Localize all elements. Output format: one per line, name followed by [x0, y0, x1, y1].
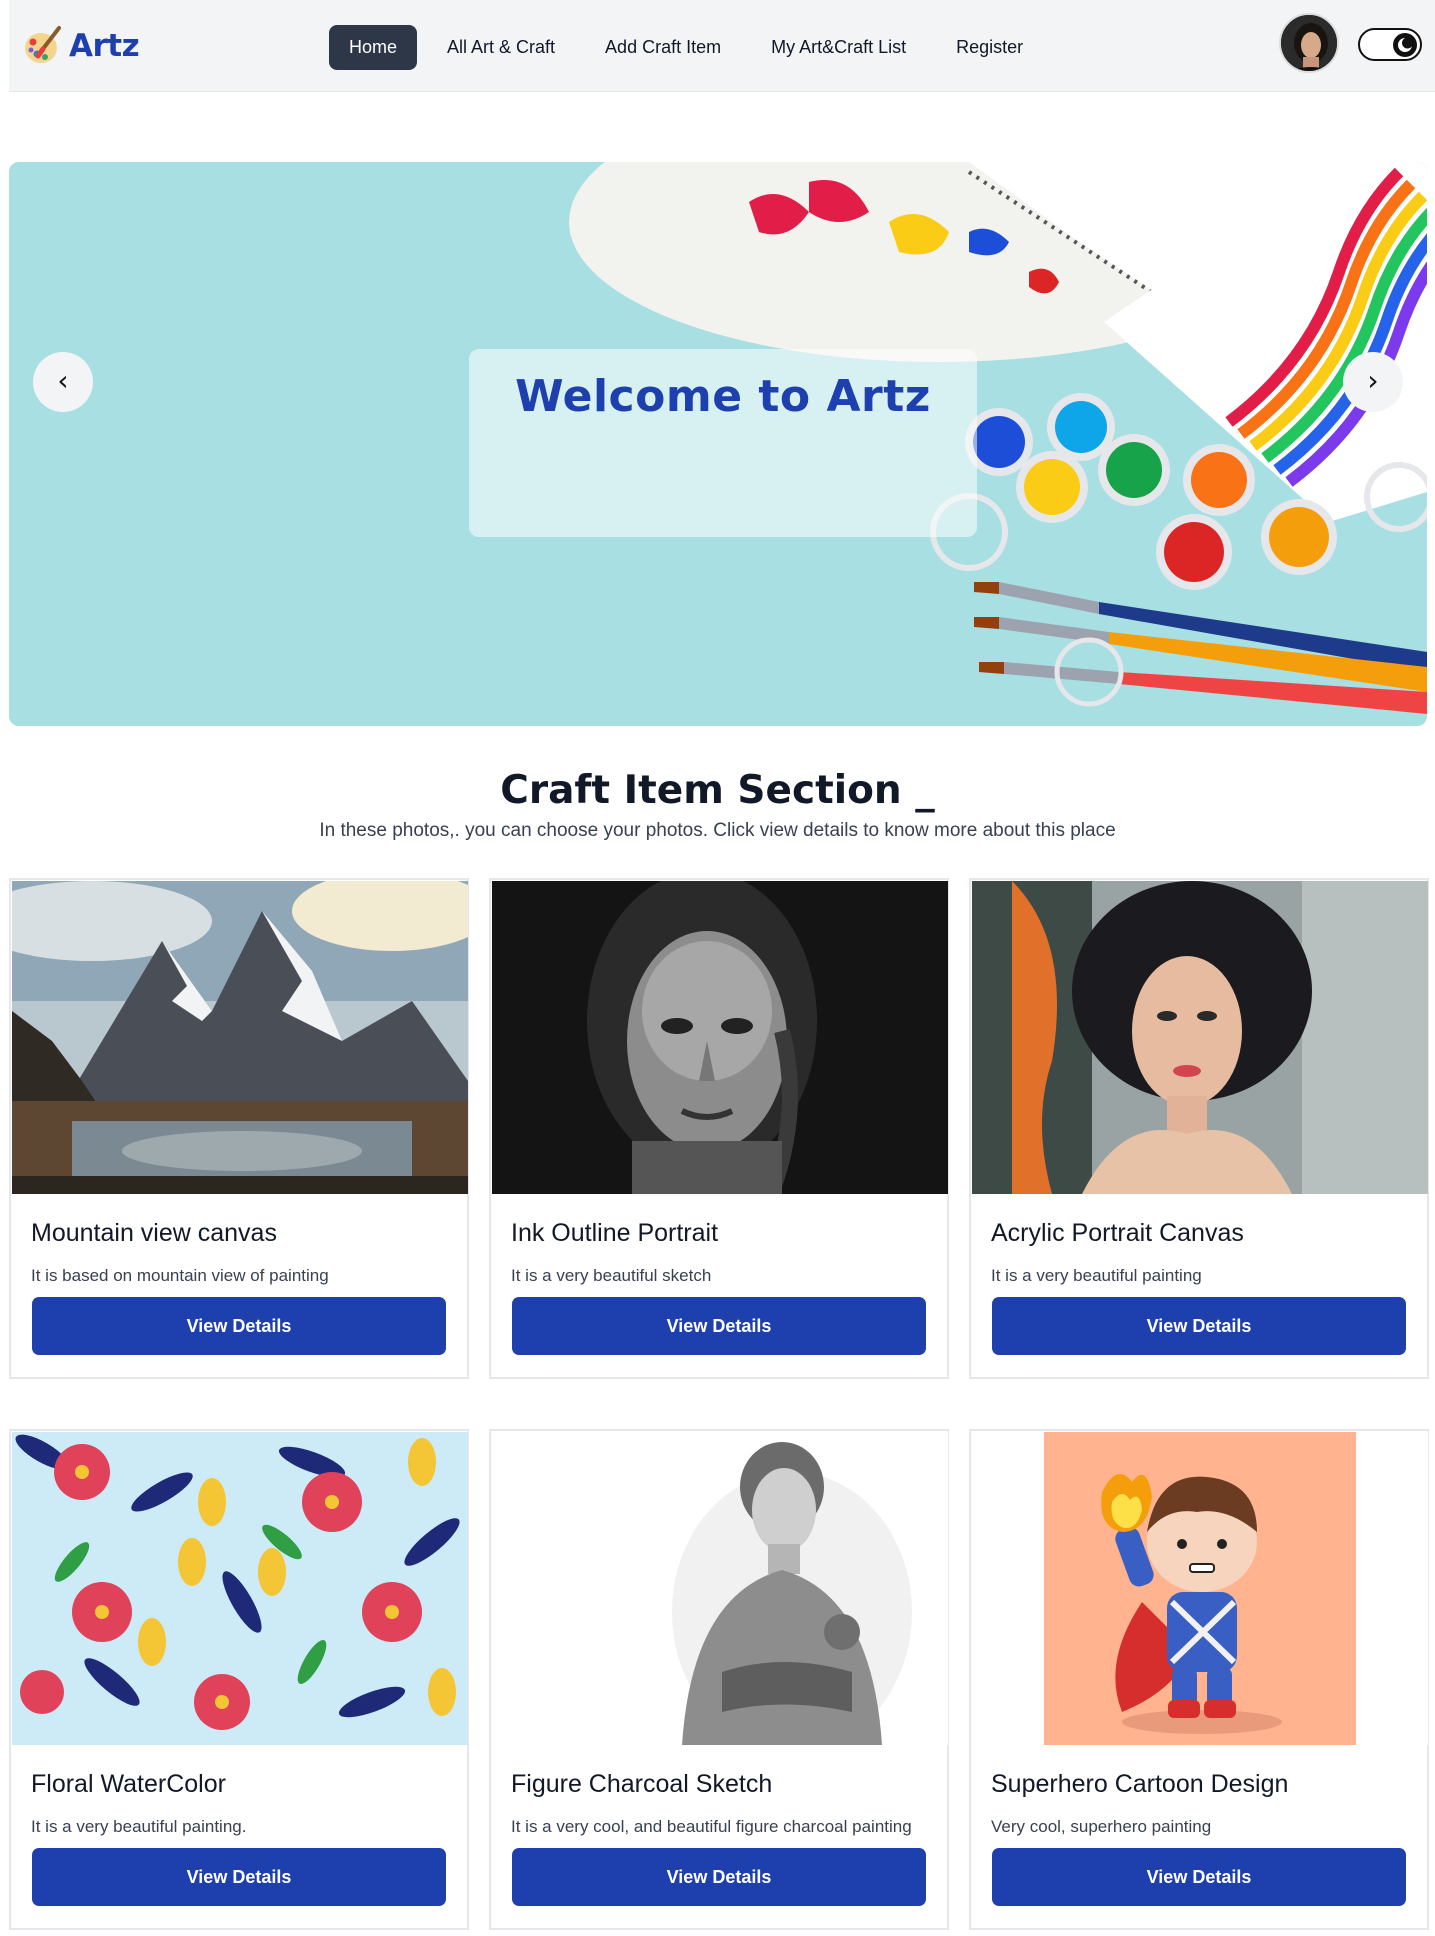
section-subtitle: In these photos,. you can choose your ph… [319, 820, 1116, 841]
card-description: It is a very beautiful painting. [31, 1817, 247, 1836]
hero-title: Welcome to Artz [515, 371, 931, 422]
card-title: Ink Outline Portrait [511, 1219, 719, 1247]
card-title: Superhero Cartoon Design [991, 1770, 1289, 1798]
brand-name: Artz [69, 28, 140, 64]
craft-card: Figure Charcoal Sketch It is a very cool… [489, 1429, 949, 1930]
acrylic-portrait-image [972, 881, 1428, 1194]
craft-card: Mountain view canvas It is based on moun… [9, 878, 469, 1379]
card-description: It is a very beautiful sketch [511, 1266, 712, 1285]
craft-card: Superhero Cartoon Design Very cool, supe… [969, 1429, 1429, 1930]
view-details-button[interactable]: View Details [512, 1297, 926, 1355]
moon-icon [1398, 37, 1413, 52]
theme-toggle[interactable] [1358, 28, 1422, 61]
craft-card: Acrylic Portrait Canvas It is a very bea… [969, 878, 1429, 1379]
chevron-left-icon: ‹ [57, 364, 69, 397]
nav-my-art-craft-list[interactable]: My Art&Craft List [751, 25, 926, 70]
user-avatar[interactable] [1279, 13, 1339, 73]
nav-register[interactable]: Register [936, 25, 1043, 70]
card-image [12, 1432, 468, 1745]
card-image [492, 1432, 948, 1745]
user-photo [1281, 15, 1337, 71]
craft-card: Ink Outline Portrait It is a very beauti… [489, 878, 949, 1379]
view-details-button[interactable]: View Details [32, 1848, 446, 1906]
card-title: Figure Charcoal Sketch [511, 1770, 773, 1798]
card-title: Acrylic Portrait Canvas [991, 1219, 1244, 1247]
nav-add-craft-item[interactable]: Add Craft Item [585, 25, 741, 70]
charcoal-sketch-image [492, 1432, 948, 1745]
view-details-button[interactable]: View Details [512, 1848, 926, 1906]
section-title: Craft Item Section _ [500, 768, 935, 813]
view-details-button[interactable]: View Details [992, 1848, 1406, 1906]
navbar: Artz Home All Art & Craft Add Craft Item… [9, 0, 1435, 92]
view-details-button[interactable]: View Details [992, 1297, 1406, 1355]
card-title: Mountain view canvas [31, 1219, 277, 1247]
view-details-button[interactable]: View Details [32, 1297, 446, 1355]
nav-home[interactable]: Home [329, 25, 418, 70]
card-description: It is a very cool, and beautiful figure … [511, 1817, 912, 1836]
floral-watercolor-image [12, 1432, 468, 1745]
chevron-right-icon: › [1367, 364, 1379, 397]
card-description: It is a very beautiful painting [991, 1266, 1202, 1285]
card-description: Very cool, superhero painting [991, 1817, 1212, 1836]
hero-slider: Welcome to Artz ‹ › [9, 162, 1427, 726]
nav-all-art-craft[interactable]: All Art & Craft [427, 25, 575, 70]
ink-portrait-image [492, 881, 948, 1194]
mountain-painting-image [12, 881, 468, 1194]
card-image [972, 1432, 1428, 1745]
card-image [12, 881, 468, 1194]
brand-logo[interactable]: Artz [23, 24, 140, 68]
card-title: Floral WaterColor [31, 1770, 226, 1798]
craft-card: Floral WaterColor It is a very beautiful… [9, 1429, 469, 1930]
superhero-cartoon-image [972, 1432, 1428, 1745]
slider-next-button[interactable]: › [1343, 352, 1403, 412]
card-description: It is based on mountain view of painting [31, 1266, 329, 1285]
card-image [492, 881, 948, 1194]
main-nav: Home All Art & Craft Add Craft Item My A… [329, 25, 1053, 70]
palette-icon [25, 26, 61, 63]
hero-caption-card: Welcome to Artz [469, 349, 977, 537]
slider-prev-button[interactable]: ‹ [33, 352, 93, 412]
card-image [972, 881, 1428, 1194]
